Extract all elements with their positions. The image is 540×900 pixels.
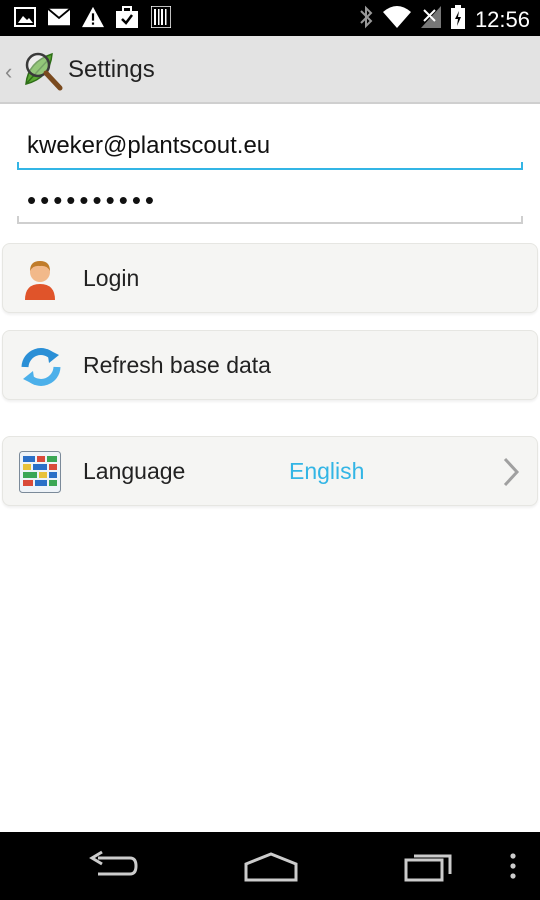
status-bar: 12:56: [0, 0, 540, 36]
wifi-icon: [382, 6, 411, 33]
clock: 12:56: [474, 6, 530, 32]
image-icon: [14, 6, 36, 28]
language-grid-icon: [19, 451, 61, 493]
user-icon: [19, 258, 61, 300]
language-label: Language: [83, 457, 186, 484]
refresh-icon: [19, 345, 61, 387]
refresh-base-data-button[interactable]: Refresh base data: [2, 330, 538, 400]
notification-icons: [14, 6, 172, 28]
warning-icon: [82, 6, 104, 28]
system-status: 12:56: [359, 5, 530, 34]
email-field-container: [17, 126, 523, 170]
signal-icon: [420, 6, 441, 33]
password-field-underline: [17, 222, 523, 224]
plantscout-leaf-magnifier-icon[interactable]: [18, 48, 64, 94]
email-icon: [48, 6, 70, 28]
password-field-container: [17, 180, 523, 224]
page-title: Settings: [68, 56, 155, 83]
password-field-right-tick: [521, 216, 523, 224]
back-icon[interactable]: [88, 848, 138, 884]
refresh-label: Refresh base data: [83, 351, 271, 378]
email-field-left-tick: [17, 162, 19, 170]
email-field-underline: [17, 168, 523, 170]
login-button[interactable]: Login: [2, 243, 538, 313]
barcode-icon: [150, 6, 172, 28]
email-field[interactable]: [17, 126, 523, 166]
up-navigation-icon[interactable]: ‹: [5, 59, 12, 85]
overflow-menu-icon[interactable]: [508, 848, 518, 884]
password-field[interactable]: [17, 180, 523, 220]
language-setting[interactable]: Language English: [2, 436, 538, 506]
navigation-bar: [0, 832, 540, 900]
login-label: Login: [83, 264, 140, 291]
home-icon[interactable]: [244, 848, 298, 884]
email-field-right-tick: [521, 162, 523, 170]
action-bar: ‹ Settings: [0, 36, 540, 104]
password-field-left-tick: [17, 216, 19, 224]
chevron-right-icon: [501, 457, 521, 487]
recent-apps-icon[interactable]: [404, 848, 454, 884]
battery-icon: [450, 5, 465, 34]
bluetooth-icon: [359, 5, 373, 34]
briefcase-icon: [116, 6, 138, 28]
language-value: English: [289, 457, 365, 484]
